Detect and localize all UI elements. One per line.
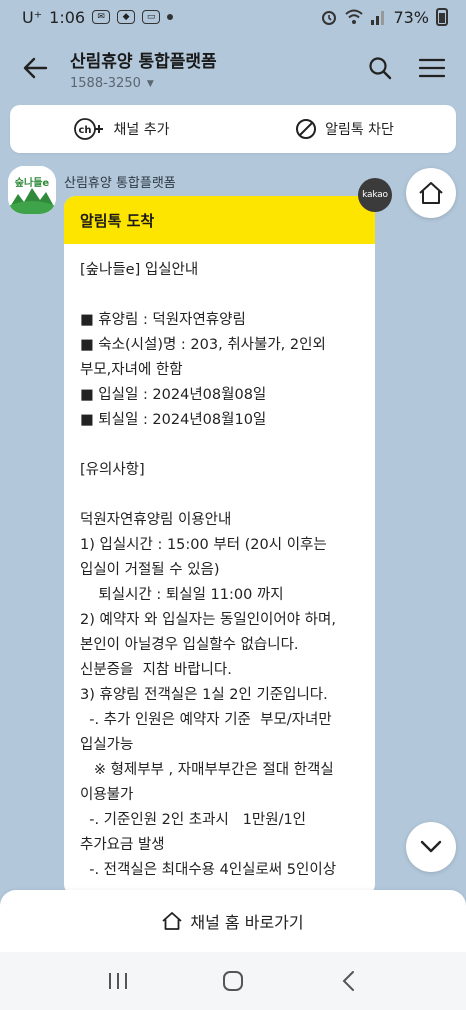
home-icon [419,182,443,204]
home-nav-icon [222,971,243,991]
recent-apps-icon [108,973,127,989]
hamburger-menu-icon [419,58,445,78]
more-notifications-icon [167,14,174,20]
carrier-label: U⁺ [22,7,43,27]
message-line: 부모,자녀에 한함 [80,362,183,378]
status-bar: U⁺ 1:06 ✉ ◆ ▭ 73% [0,0,466,34]
battery-icon [436,8,448,26]
message-line: ※ 형제부부 , 자매부부간은 절대 한객실 [80,762,334,778]
sender-name: 산림휴양 통합플랫폼 [64,176,176,191]
forest-logo: 숲나들e [8,166,56,214]
message-line: -. 추가 인원은 예약자 기준 부모/자녀만 [80,712,332,728]
chat-title-area[interactable]: 산림휴양 통합플랫폼 1588-3250 ▼ [70,45,354,91]
message-line: 입실이 거절될 수 있음) [80,562,220,578]
message-line: 추가요금 발생 [80,837,165,853]
message-line: 퇴실시간 : 퇴실일 11:00 까지 [80,587,284,603]
message-line: 입실가능 [80,737,134,753]
add-channel-label: 채널 추가 [113,122,170,138]
search-icon [369,57,392,80]
channel-home-label: 채널 홈 바로가기 [190,913,304,932]
back-nav-icon [342,971,355,991]
message-body: [숲나들e] 입실안내 ■ 휴양림 : 덕원자연휴양림 ■ 숙소(시설)명 : 20… [64,244,375,883]
add-channel-button[interactable]: ch 채널 추가 [10,105,233,153]
channel-plus-icon: ch [73,118,103,140]
block-notification-button[interactable]: 알림톡 차단 [233,105,456,153]
block-notification-label: 알림톡 차단 [325,122,394,138]
message-line: 3) 휴양림 전객실은 1실 2인 기준입니다. [80,687,328,703]
chevron-down-icon: ▼ [146,78,154,89]
channel-action-bar: ch 채널 추가 알림톡 차단 [10,105,456,153]
sender-avatar[interactable]: 숲나들e [8,166,56,214]
message-line: 이용불가 [80,787,134,803]
signal-icon [371,11,385,25]
back-nav-button[interactable] [318,956,378,1006]
message-line: [유의사항] [80,462,145,478]
app-notification-icon: ◆ [117,10,136,24]
home-nav-button[interactable] [203,956,263,1006]
avatar-logo-text: 숲나들e [15,176,50,189]
search-button[interactable] [354,42,406,94]
message-bubble[interactable]: 알림톡 도착 [숲나들e] 입실안내 ■ 휴양림 : 덕원자연휴양림 ■ 숙소(시설… [64,196,375,896]
chat-header: 산림휴양 통합플랫폼 1588-3250 ▼ [0,34,466,102]
wifi-icon [345,9,364,24]
chat-subtitle: 1588-3250 ▼ [70,76,354,91]
talk-notification-icon: ✉ [92,10,111,24]
bubble-header: 알림톡 도착 [64,196,375,244]
block-icon [296,119,317,139]
back-arrow-icon [23,57,48,79]
battery-percent: 73% [393,7,429,27]
phone-number: 1588-3250 [70,76,141,91]
menu-button[interactable] [406,42,458,94]
system-nav-bar [0,952,466,1010]
channel-home-button[interactable]: 채널 홈 바로가기 [0,890,466,952]
status-left: U⁺ 1:06 ✉ ◆ ▭ [22,7,174,27]
channel-home-float-button[interactable] [406,168,456,218]
alarm-icon [322,11,337,25]
time-label: 1:06 [49,7,86,27]
message-line: 본인이 아닐경우 입실할수 없습니다. [80,637,299,653]
message-line: 1) 입실시간 : 15:00 부터 (20시 이후는 [80,537,327,553]
message-line: ■ 퇴실일 : 2024년08월10일 [80,412,267,428]
message-line: ■ 숙소(시설)명 : 203, 취사불가, 2인외 [80,337,326,353]
recent-apps-button[interactable] [88,956,148,1006]
home-icon [162,912,182,930]
kakao-badge: kakao [358,178,392,212]
message-line: -. 전객실은 최대수용 4인실로써 5인이상 [80,862,337,878]
chat-title: 산림휴양 통합플랫폼 [70,52,217,72]
back-button[interactable] [0,34,70,102]
svg-text:ch: ch [78,125,91,136]
scroll-down-button[interactable] [406,822,456,872]
message-line: 2) 예약자 와 입실자는 동일인이어야 하며, [80,612,336,628]
message-line: 덕원자연휴양림 이용안내 [80,512,232,528]
message-line: ■ 입실일 : 2024년08월08일 [80,387,267,403]
message-line: ■ 휴양림 : 덕원자연휴양림 [80,312,246,328]
message-line: -. 기준인원 2인 초과시 1만원/1인 [80,812,307,828]
media-notification-icon: ▭ [142,10,161,24]
message-line: [숲나들e] 입실안내 [80,262,199,278]
message-line: 신분증을 지참 바랍니다. [80,662,232,678]
chevron-down-icon [420,840,442,853]
status-right: 73% [320,8,448,27]
